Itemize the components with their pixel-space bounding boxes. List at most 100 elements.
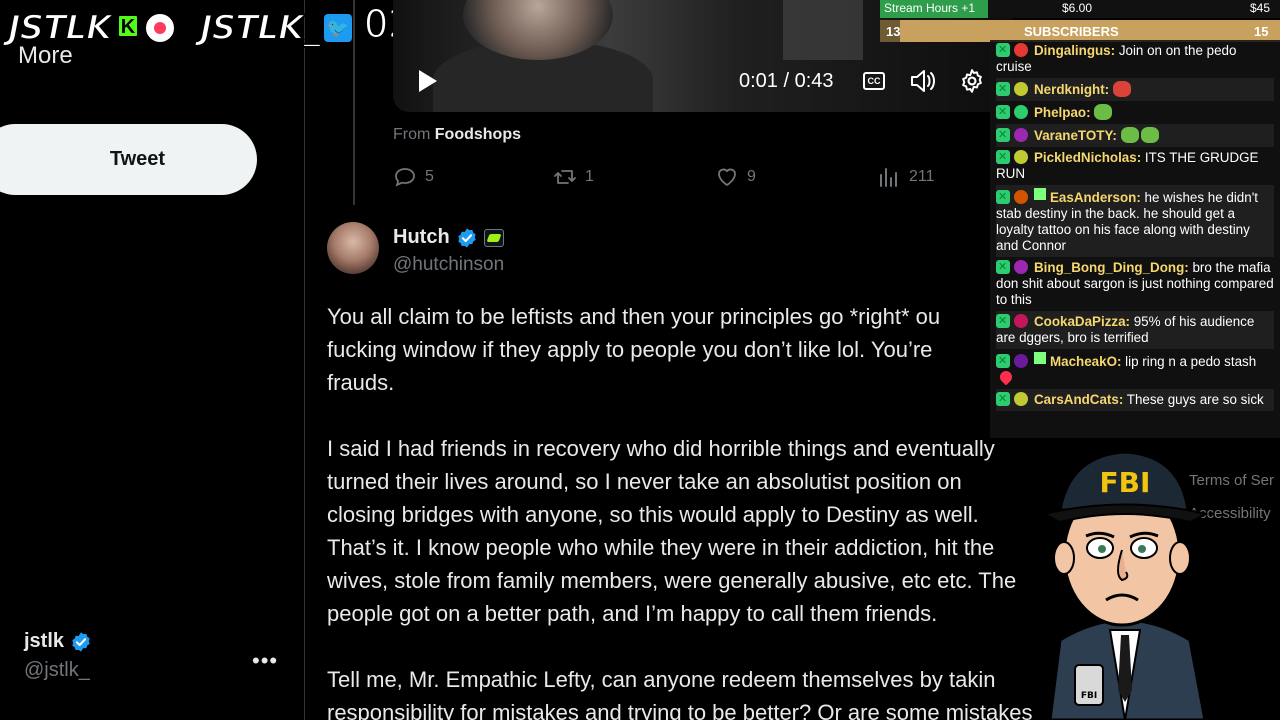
user-badge-icon (1014, 128, 1028, 142)
user-badge-icon (1014, 105, 1028, 119)
chat-message: Dingalingus: Join on on the pedo cruise (996, 40, 1274, 78)
thread-connector-line (353, 0, 355, 205)
chat-username[interactable]: Phelpao: (1034, 105, 1091, 120)
chat-message: Bing_Bong_Ding_Dong: bro the mafia don s… (996, 257, 1274, 311)
chat-username[interactable]: EasAnderson: (1050, 190, 1141, 205)
chat-text: lip ring n a pedo stash (1121, 354, 1257, 369)
account-name-row: jstlk (24, 630, 92, 653)
chat-text: Join on on the pedo cruise (996, 43, 1237, 74)
video-source: From Foodshops (393, 126, 521, 144)
user-badge-icon (1014, 354, 1028, 368)
chat-username[interactable]: CarsAndCats: (1034, 392, 1123, 407)
retweet-icon (554, 170, 576, 184)
from-source-link[interactable]: Foodshops (435, 126, 521, 143)
chat-username[interactable]: CookaDaPizza: (1034, 314, 1130, 329)
play-icon[interactable] (419, 70, 437, 92)
emote-icon (1112, 81, 1131, 97)
sub-goal: 15 (1254, 24, 1269, 39)
kick-channel-logo: JSTLK (7, 7, 113, 49)
tweet-actions-bar: 5 1 9 211 (393, 165, 953, 191)
heart-emote-icon (997, 368, 1015, 386)
reply-icon (395, 168, 415, 187)
chat-message: PickledNicholas: ITS THE GRUDGE RUN (996, 147, 1274, 185)
like-count: 9 (747, 168, 756, 185)
volume-icon[interactable] (909, 68, 937, 94)
affiliate-badge-icon[interactable] (483, 228, 504, 247)
like-action[interactable]: 9 (715, 165, 756, 189)
tweet-button[interactable]: Tweet (0, 124, 257, 195)
user-badge-icon (1014, 190, 1028, 204)
chat-message: MacheakO: lip ring n a pedo stash (996, 349, 1274, 389)
views-action[interactable]: 211 (877, 165, 935, 189)
fbi-agent-sticker: FBI FBI (1041, 450, 1209, 720)
chat-username[interactable]: VaraneTOTY: (1034, 128, 1117, 143)
moderator-badge-icon (996, 391, 1010, 407)
heart-icon (718, 168, 736, 186)
chat-username[interactable]: PickledNicholas: (1034, 150, 1141, 165)
stream-money-2: $45 (1250, 1, 1271, 15)
moderator-badge-icon (996, 313, 1010, 329)
emote-icon (1140, 127, 1159, 143)
stream-goals-bar: Stream Hours +1 $6.00 $45 13 SUBSCRIBERS… (880, 0, 1280, 44)
views-count: 211 (909, 168, 935, 185)
reply-count: 5 (425, 168, 434, 185)
emote-icon (1094, 104, 1113, 120)
user-badge-icon (1014, 314, 1028, 328)
chat-text: These guys are so sick (1123, 392, 1264, 407)
subscriber-badge-icon (1034, 352, 1046, 364)
user-badge-icon (1014, 43, 1028, 57)
settings-gear-icon[interactable] (959, 68, 985, 94)
moderator-badge-icon (996, 104, 1010, 120)
account-switcher[interactable]: jstlk @jstlk_ (24, 630, 92, 682)
moderator-badge-icon (996, 189, 1010, 205)
verified-badge-icon (457, 227, 476, 248)
account-handle: @jstlk_ (24, 659, 90, 681)
author-avatar[interactable] (327, 222, 379, 274)
stream-hours-bar: Stream Hours +1 $6.00 $45 (880, 0, 1280, 18)
chat-message: VaraneTOTY: (996, 124, 1274, 147)
user-badge-icon (1014, 260, 1028, 274)
author-name-row: Hutch (393, 226, 504, 249)
chat-message: CarsAndCats: These guys are so sick (996, 389, 1274, 411)
chat-message: Nerdknight: (996, 78, 1274, 101)
kick-icon: K (117, 14, 139, 38)
author-name[interactable]: Hutch (393, 226, 450, 249)
account-more-icon[interactable]: ••• (252, 648, 278, 674)
stream-chat: Dingalingus: Join on on the pedo cruise N… (990, 40, 1280, 438)
captions-icon[interactable]: CC (863, 72, 885, 90)
from-label: From (393, 126, 431, 143)
chat-message: Phelpao: (996, 101, 1274, 124)
sub-count: 13 (886, 24, 901, 39)
account-name: jstlk (24, 630, 65, 652)
left-sidebar: More Tweet jstlk @jstlk_ ••• (0, 0, 305, 720)
chat-username[interactable]: Nerdknight: (1034, 82, 1109, 97)
retweet-action[interactable]: 1 (553, 165, 594, 189)
live-record-icon (144, 12, 176, 44)
stream-hours-label: Stream Hours +1 (884, 1, 976, 15)
user-badge-icon (1014, 150, 1028, 164)
chat-username[interactable]: Dingalingus: (1034, 43, 1115, 58)
moderator-badge-icon (996, 259, 1010, 275)
views-chart-icon (880, 168, 897, 187)
badge-text: FBI (1081, 691, 1097, 701)
user-badge-icon (1014, 392, 1028, 406)
chat-username[interactable]: Bing_Bong_Ding_Dong: (1034, 260, 1189, 275)
verified-badge-icon (72, 631, 90, 652)
retweet-count: 1 (585, 168, 594, 185)
subscribers-label: SUBSCRIBERS (1024, 24, 1119, 39)
video-time: 0:01 / 0:43 (739, 70, 834, 92)
moderator-badge-icon (996, 149, 1010, 165)
chat-message: CookaDaPizza: 95% of his audience are dg… (996, 311, 1274, 349)
emote-icon (1120, 127, 1139, 143)
stream-money-1: $6.00 (1062, 1, 1093, 15)
tweet-text: You all claim to be leftists and then yo… (327, 304, 1033, 720)
reply-action[interactable]: 5 (393, 165, 434, 189)
chat-username[interactable]: MacheakO: (1050, 354, 1121, 369)
twitter-channel-logo: JSTLK_ (199, 7, 321, 49)
user-badge-icon (1014, 82, 1028, 96)
moderator-badge-icon (996, 353, 1010, 369)
subscriber-badge-icon (1034, 188, 1046, 200)
moderator-badge-icon (996, 127, 1010, 143)
author-handle[interactable]: @hutchinson (393, 254, 504, 276)
moderator-badge-icon (996, 81, 1010, 97)
